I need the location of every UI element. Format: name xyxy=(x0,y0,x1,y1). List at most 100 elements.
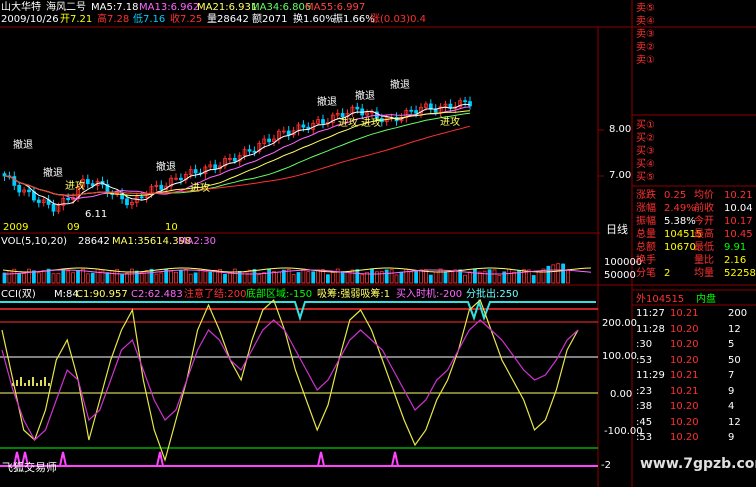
tick-price: 10.20 xyxy=(670,401,699,412)
cci-axis-label: 100.00 xyxy=(602,351,637,362)
volume-bar xyxy=(497,274,502,284)
change-value: 涨(0.03)0.4 xyxy=(370,14,426,25)
cci-axis-label: -2 xyxy=(601,460,611,471)
volume-bar xyxy=(227,272,232,284)
volume-bar xyxy=(267,268,272,284)
tick-price: 10.21 xyxy=(670,370,699,381)
retreat-annotation: 撤退 xyxy=(390,80,410,91)
open-price: 开7.21 xyxy=(60,14,93,25)
candle-body xyxy=(232,157,237,162)
sell-level: 卖① xyxy=(636,55,655,66)
volume-bar xyxy=(188,273,193,284)
high-price: 高7.28 xyxy=(97,14,130,25)
candle-body xyxy=(468,101,472,107)
tick-volume: 7 xyxy=(728,370,735,381)
buy-level: 买② xyxy=(636,133,655,144)
stat-value: 10.45 xyxy=(724,229,753,240)
volume-bar xyxy=(76,270,80,284)
stat-key: 换手 xyxy=(636,255,656,266)
candle-body xyxy=(125,198,129,206)
volume-bar xyxy=(551,264,556,284)
absorb-bar xyxy=(32,377,34,386)
volume-bar xyxy=(350,269,355,284)
volume-bar xyxy=(193,272,198,284)
tick-time: :38 xyxy=(636,401,653,412)
close-price: 收7.25 xyxy=(170,14,203,25)
cci-buy-spike xyxy=(59,451,67,467)
volume-bar xyxy=(433,271,438,284)
candle-body xyxy=(267,138,272,143)
tick-time: :53 xyxy=(636,432,653,443)
low-marker: 6.11 xyxy=(85,209,108,220)
volume-bar xyxy=(360,274,365,284)
volume-bar xyxy=(149,268,154,284)
volume-bar xyxy=(110,270,115,284)
stat-key: 最高 xyxy=(694,229,714,240)
cci-sell: 分批出:250 xyxy=(466,289,519,300)
period-label[interactable]: 日线 xyxy=(606,224,628,236)
cci-buy-spike xyxy=(156,451,164,467)
absorb-bar xyxy=(40,380,42,386)
volume-bar xyxy=(311,271,316,284)
absorb-bar xyxy=(20,377,22,386)
volume-bar xyxy=(247,269,252,284)
stat-key: 分笔 xyxy=(636,268,656,279)
tick-volume: 12 xyxy=(728,416,741,428)
outer-volume: 外104515 xyxy=(636,294,685,305)
x-axis-label: 2009 xyxy=(3,222,29,233)
stat-value: 2.16 xyxy=(724,255,747,266)
volume-bar xyxy=(169,270,174,284)
stat-key: 均量 xyxy=(694,268,714,279)
retreat-annotation: 撤退 xyxy=(13,140,33,151)
vol-axis-label: 50000 xyxy=(604,270,636,281)
candle-body xyxy=(159,184,164,190)
volume-bar xyxy=(154,273,159,284)
volume-bar xyxy=(438,268,443,284)
stat-value: 10.04 xyxy=(724,203,753,214)
ma55-label: MA55:6.997 xyxy=(305,2,366,13)
watermark-right: www.7gpzb.com xyxy=(640,456,756,472)
candle-body xyxy=(247,149,252,152)
volume-bar xyxy=(301,268,306,284)
volume-bar xyxy=(345,271,350,284)
inner-volume: 内盘 xyxy=(696,294,716,305)
attack-annotation: 进攻 xyxy=(65,181,85,192)
sell-level: 卖④ xyxy=(636,16,655,27)
volume-bar xyxy=(139,272,144,284)
volume-bar xyxy=(448,270,453,284)
volume-bar xyxy=(556,263,561,284)
volume-bar xyxy=(541,268,546,284)
volume-bar xyxy=(355,269,360,284)
cci-axis-label: 0.00 xyxy=(610,389,633,400)
candle-body xyxy=(193,169,198,174)
volume-bar xyxy=(463,274,468,284)
buy-level: 买③ xyxy=(636,146,655,157)
tick-time: :23 xyxy=(636,385,653,397)
candle-body xyxy=(301,124,306,128)
ma21-label: MA21:6.931 xyxy=(197,2,258,13)
volume-bar xyxy=(71,272,75,284)
tick-volume: 50 xyxy=(728,354,741,366)
volume-bar xyxy=(472,268,477,284)
volume-bar xyxy=(257,274,262,284)
stat-value: 0.25 xyxy=(664,190,687,201)
candle-body xyxy=(178,177,183,181)
stat-value: 2.49% xyxy=(664,203,696,214)
volume-bar xyxy=(27,268,31,284)
absorb-bar xyxy=(48,383,50,386)
candle-body xyxy=(90,183,95,186)
ma13-label: MA13:6.962 xyxy=(139,2,200,13)
amount-value: 额2071 xyxy=(252,14,288,25)
volume-bar xyxy=(178,269,183,284)
tick-price: 10.20 xyxy=(670,416,699,428)
tick-volume: 9 xyxy=(728,385,735,397)
attack-annotation: 进攻 xyxy=(190,183,210,194)
volume-bar xyxy=(66,270,71,284)
volume-bar xyxy=(134,270,139,284)
stat-value: 5.38% xyxy=(664,216,696,227)
volume-bar xyxy=(419,269,423,284)
candle-body xyxy=(17,184,22,193)
tick-price: 10.20 xyxy=(670,323,699,335)
tick-price: 10.20 xyxy=(670,432,699,443)
volume-bar xyxy=(90,272,95,284)
